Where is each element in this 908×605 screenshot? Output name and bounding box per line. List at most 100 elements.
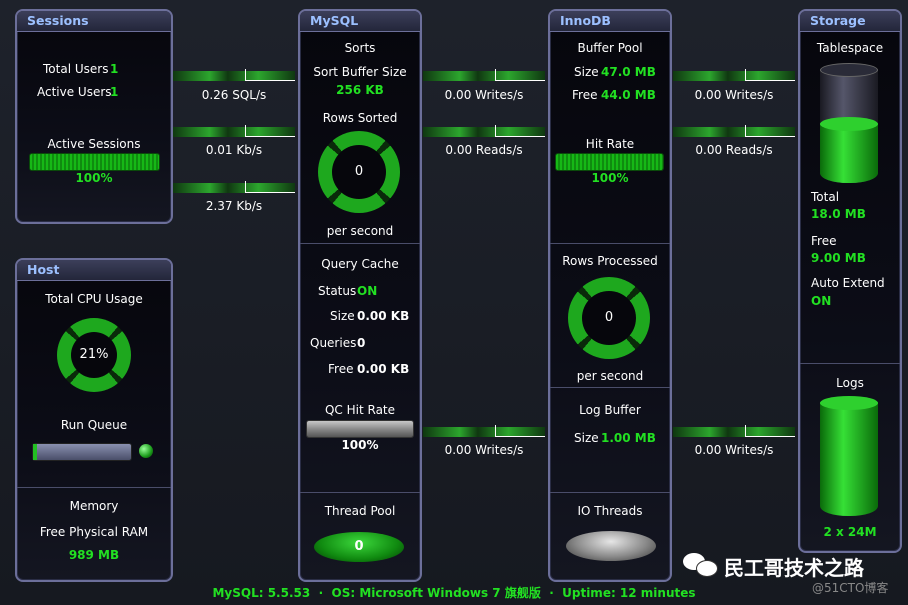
- host-panel: Host Total CPU Usage 21% Run Queue Memor…: [15, 258, 173, 582]
- cpu-value: 21%: [79, 347, 109, 362]
- bp-size-label: Size: [574, 65, 599, 79]
- rows-processed-label: Rows Processed: [562, 254, 658, 268]
- connector-innodb-2-label: 0.00 Reads/s: [695, 143, 773, 157]
- rows-processed-value: 0: [604, 310, 614, 325]
- qc-status-label: Status: [318, 284, 357, 298]
- qc-queries-label: Queries: [310, 336, 357, 350]
- bp-free-value: 44.0 MB: [601, 88, 656, 102]
- connector-innodb-1: [673, 69, 795, 83]
- host-title: Host: [17, 260, 171, 281]
- logs-label: Logs: [836, 376, 864, 390]
- run-queue-bar: [33, 444, 131, 460]
- status-footer: MySQL: 5.5.53 · OS: Microsoft Windows 7 …: [0, 584, 908, 601]
- mysql-separator-1: [300, 243, 420, 244]
- connector-innodb-3: [673, 425, 795, 439]
- innodb-panel: InnoDB Buffer Pool Size 47.0 MB Free 44.…: [548, 9, 672, 582]
- log-buffer-label: Log Buffer: [579, 403, 641, 417]
- auto-extend-label: Auto Extend: [811, 276, 885, 290]
- log-size-label: Size: [574, 431, 599, 445]
- cpu-label: Total CPU Usage: [45, 292, 143, 306]
- total-value: 18.0 MB: [811, 207, 866, 221]
- footer-os: OS: Microsoft Windows 7 旗舰版: [331, 586, 541, 600]
- thread-pool-value: 0: [354, 539, 364, 554]
- connector-mysql-2: [423, 125, 545, 139]
- innodb-separator-3: [550, 492, 670, 493]
- active-sessions-label: Active Sessions: [47, 137, 141, 151]
- tablespace-label: Tablespace: [816, 41, 884, 55]
- qc-free-value: 0.00 KB: [357, 362, 410, 376]
- innodb-title: InnoDB: [550, 11, 670, 32]
- thread-pool-label: Thread Pool: [324, 504, 396, 518]
- sessions-panel: Sessions Total Users 1 Active Users 1 Ac…: [15, 9, 173, 224]
- total-users-label: Total Users: [43, 62, 109, 76]
- footer-mysql-version: MySQL: 5.5.53: [212, 586, 311, 600]
- logs-value: 2 x 24M: [823, 525, 877, 539]
- run-queue-indicator: [139, 444, 153, 458]
- rows-sorted-unit: per second: [326, 224, 394, 238]
- connector-innodb-1-label: 0.00 Writes/s: [694, 88, 774, 102]
- connector-mysql-3: [423, 425, 545, 439]
- rows-sorted-value: 0: [354, 164, 364, 179]
- connector-sessions-2: [173, 125, 295, 139]
- active-sessions-value: 100%: [75, 171, 113, 185]
- total-users-value: 1: [110, 62, 119, 76]
- io-threads-label: IO Threads: [577, 504, 643, 518]
- mysql-separator-2: [300, 492, 420, 493]
- active-sessions-bar: [30, 154, 159, 170]
- connector-mysql-2-label: 0.00 Reads/s: [445, 143, 523, 157]
- active-users-label: Active Users: [37, 85, 112, 99]
- cpu-ring: 21%: [57, 318, 131, 392]
- free-ram-label: Free Physical RAM: [39, 525, 149, 539]
- free-value: 9.00 MB: [811, 251, 866, 265]
- mysql-title: MySQL: [300, 11, 420, 32]
- qc-size-value: 0.00 KB: [357, 309, 410, 323]
- sorts-label: Sorts: [344, 41, 376, 55]
- tablespace-cylinder: [820, 63, 878, 189]
- memory-label: Memory: [69, 499, 119, 513]
- qc-size-label: Size: [330, 309, 355, 323]
- rows-sorted-label: Rows Sorted: [322, 111, 398, 125]
- hit-rate-value: 100%: [591, 171, 629, 185]
- sessions-title: Sessions: [17, 11, 171, 32]
- bp-free-label: Free: [572, 88, 598, 102]
- connector-sessions-2-label: 0.01 Kb/s: [205, 143, 263, 157]
- sort-buffer-label: Sort Buffer Size: [313, 65, 407, 79]
- hit-rate-label: Hit Rate: [585, 137, 635, 151]
- storage-title: Storage: [800, 11, 900, 32]
- active-users-value: 1: [110, 85, 119, 99]
- free-ram-value: 989 MB: [68, 548, 120, 562]
- qc-hit-bar: [307, 421, 413, 437]
- mysql-panel: MySQL Sorts Sort Buffer Size 256 KB Rows…: [298, 9, 422, 582]
- connector-mysql-1-label: 0.00 Writes/s: [444, 88, 524, 102]
- query-cache-label: Query Cache: [321, 257, 399, 271]
- auto-extend-value: ON: [811, 294, 832, 308]
- thread-pool-indicator: 0: [314, 532, 404, 562]
- run-queue-label: Run Queue: [60, 418, 128, 432]
- host-separator: [17, 487, 171, 488]
- connector-sessions-3-label: 2.37 Kb/s: [205, 199, 263, 213]
- connector-innodb-3-label: 0.00 Writes/s: [694, 443, 774, 457]
- wechat-icon: [683, 551, 719, 577]
- rows-processed-ring: 0: [568, 277, 650, 359]
- logs-cylinder: [820, 396, 878, 522]
- total-label: Total: [811, 190, 840, 204]
- log-size-value: 1.00 MB: [601, 431, 656, 445]
- footer-uptime: Uptime: 12 minutes: [562, 586, 696, 600]
- innodb-separator-2: [550, 387, 670, 388]
- bp-size-value: 47.0 MB: [601, 65, 656, 79]
- free-label: Free: [811, 234, 837, 248]
- connector-mysql-1: [423, 69, 545, 83]
- io-threads-indicator: [566, 531, 656, 561]
- footer-sep-1: ·: [318, 586, 324, 600]
- qc-status-value: ON: [357, 284, 378, 298]
- buffer-pool-label: Buffer Pool: [577, 41, 643, 55]
- storage-separator: [800, 363, 900, 364]
- qc-hit-value: 100%: [341, 438, 379, 452]
- qc-hit-label: QC Hit Rate: [324, 403, 396, 417]
- sort-buffer-value: 256 KB: [336, 83, 384, 97]
- connector-sessions-3: [173, 181, 295, 195]
- rows-sorted-ring: 0: [318, 131, 400, 213]
- innodb-separator-1: [550, 243, 670, 244]
- connector-mysql-3-label: 0.00 Writes/s: [444, 443, 524, 457]
- hit-rate-bar: [556, 154, 663, 170]
